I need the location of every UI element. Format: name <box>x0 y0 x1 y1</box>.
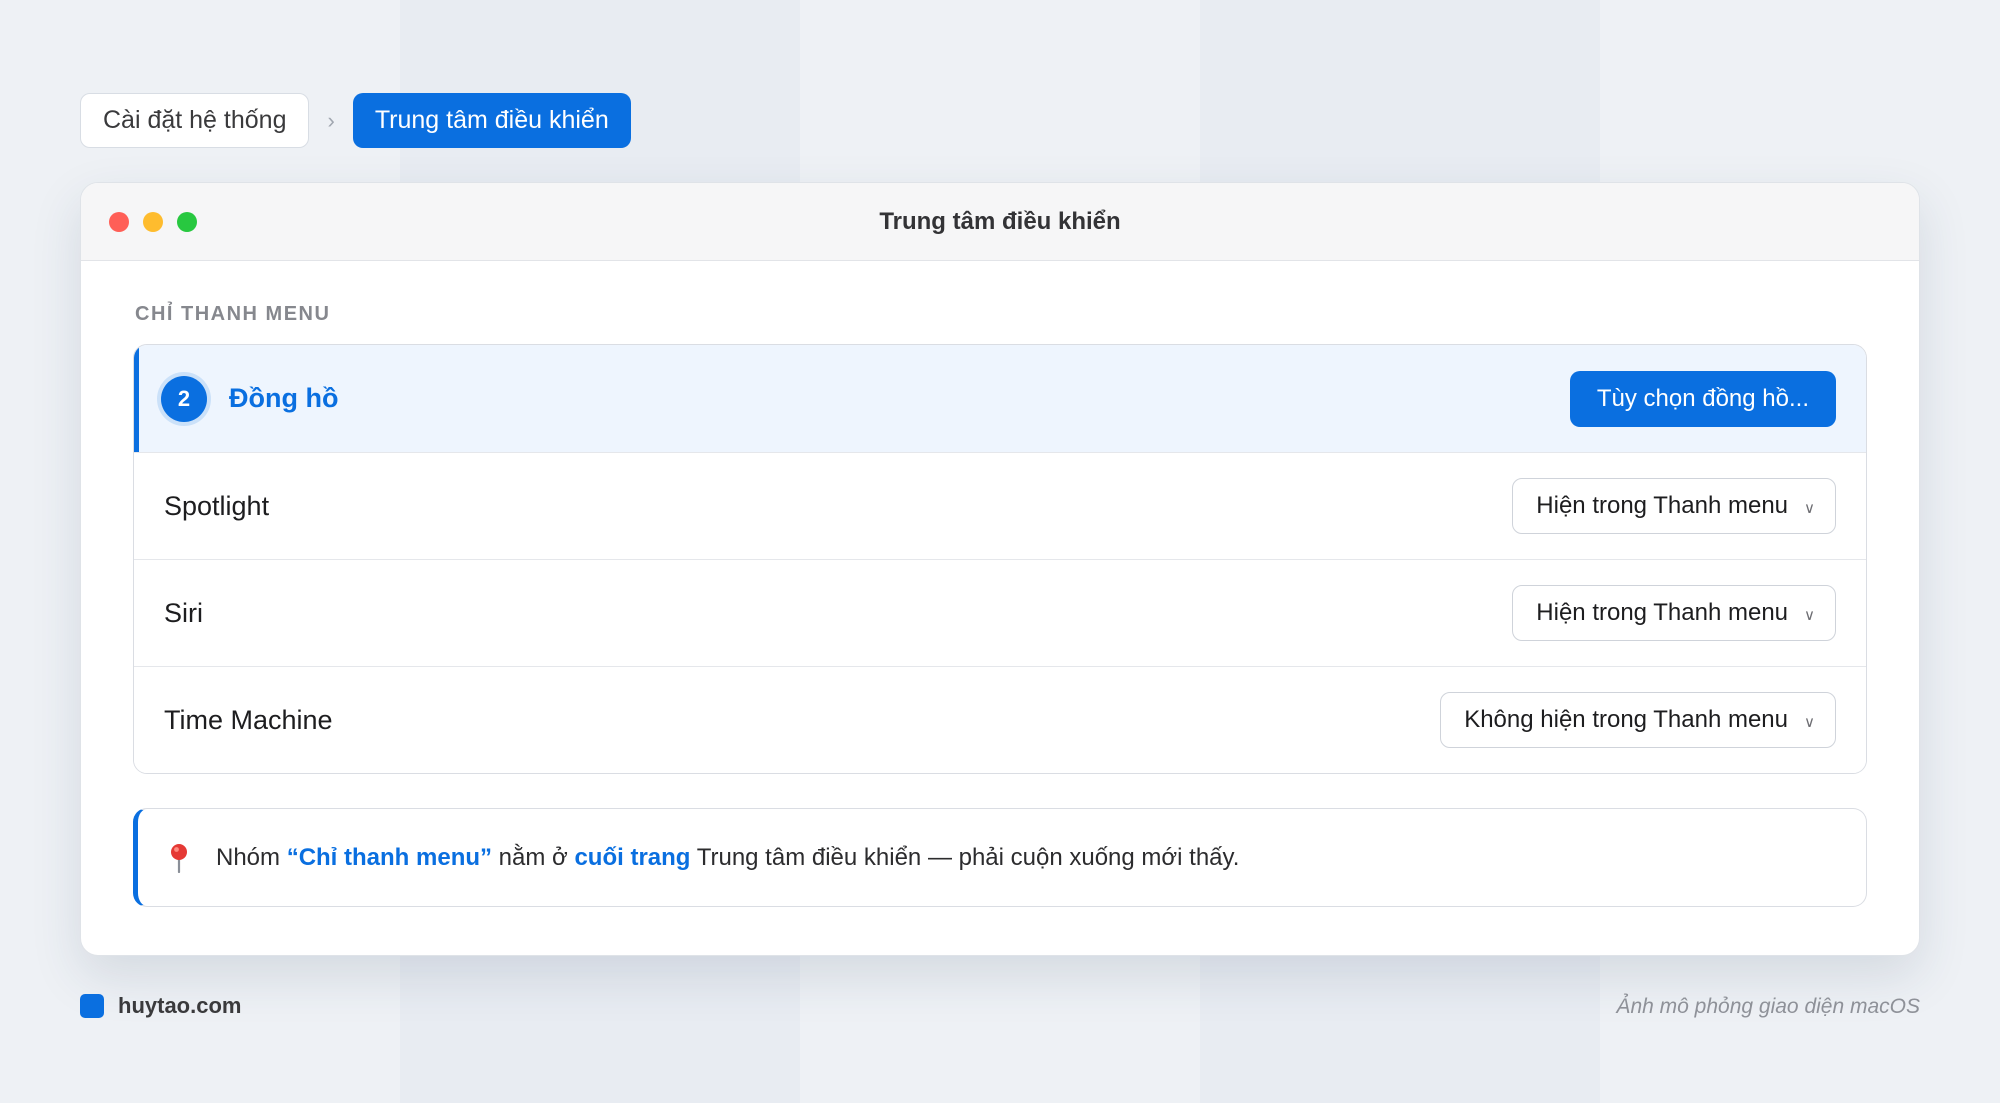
row-spotlight: Spotlight Hiện trong Thanh menu ∨ <box>134 452 1866 559</box>
footer-brand: huytao.com <box>80 993 241 1019</box>
window-title: Trung tâm điều khiển <box>879 207 1121 235</box>
note-highlight-bottom: cuối trang <box>574 843 691 871</box>
minimize-window-button[interactable] <box>143 212 163 232</box>
spotlight-select-value: Hiện trong Thanh menu <box>1536 492 1789 519</box>
menu-bar-only-group: 2 Đồng hồ Tùy chọn đồng hồ... Spotlight … <box>133 344 1867 774</box>
chevron-down-icon: ∨ <box>1804 607 1815 624</box>
pin-icon <box>168 843 190 873</box>
footer-caption: Ảnh mô phỏng giao diện macOS <box>1616 995 1920 1018</box>
note-prefix: Nhóm <box>216 843 287 871</box>
row-time-machine-label: Time Machine <box>164 704 333 735</box>
siri-select[interactable]: Hiện trong Thanh menu ∨ <box>1512 585 1836 641</box>
breadcrumb-item-system-settings[interactable]: Cài đặt hệ thống <box>80 93 310 148</box>
breadcrumb-separator-icon: › <box>327 107 335 133</box>
row-siri: Siri Hiện trong Thanh menu ∨ <box>134 559 1866 666</box>
note-suffix: Trung tâm điều khiển — phải cuộn xuống m… <box>690 843 1240 871</box>
chevron-down-icon: ∨ <box>1804 500 1815 517</box>
time-machine-select[interactable]: Không hiện trong Thanh menu ∨ <box>1440 692 1836 748</box>
brand-logo-icon <box>80 994 104 1018</box>
note-middle: nằm ở <box>492 843 575 871</box>
close-window-button[interactable] <box>109 212 129 232</box>
row-clock: 2 Đồng hồ Tùy chọn đồng hồ... <box>134 345 1866 452</box>
zoom-window-button[interactable] <box>177 212 197 232</box>
breadcrumb: Cài đặt hệ thống › Trung tâm điều khiển <box>80 93 631 148</box>
row-clock-label: Đồng hồ <box>229 383 339 413</box>
note-highlight-group: “Chỉ thanh menu” <box>286 843 493 871</box>
row-siri-label: Siri <box>164 597 203 628</box>
brand-text: huytao.com <box>118 993 242 1018</box>
window-content: CHỈ THANH MENU 2 Đồng hồ Tùy chọn đồng h… <box>81 261 1919 907</box>
settings-window: Trung tâm điều khiển CHỈ THANH MENU 2 Đồ… <box>80 182 1920 956</box>
step-badge: 2 <box>161 375 207 422</box>
window-titlebar: Trung tâm điều khiển <box>81 183 1919 261</box>
spotlight-select[interactable]: Hiện trong Thanh menu ∨ <box>1512 478 1836 534</box>
row-time-machine: Time Machine Không hiện trong Thanh menu… <box>134 666 1866 773</box>
chevron-down-icon: ∨ <box>1804 714 1815 731</box>
row-clock-left: 2 Đồng hồ <box>161 375 339 422</box>
siri-select-value: Hiện trong Thanh menu <box>1536 599 1789 626</box>
note-text: Nhóm “Chỉ thanh menu” nằm ở cuối trang T… <box>216 844 1239 872</box>
info-note: Nhóm “Chỉ thanh menu” nằm ở cuối trang T… <box>133 808 1867 907</box>
breadcrumb-item-control-center[interactable]: Trung tâm điều khiển <box>352 93 631 148</box>
clock-options-button[interactable]: Tùy chọn đồng hồ... <box>1569 370 1836 427</box>
section-label: CHỈ THANH MENU <box>135 303 331 325</box>
time-machine-select-value: Không hiện trong Thanh menu <box>1464 706 1789 733</box>
row-spotlight-label: Spotlight <box>164 490 270 521</box>
window-controls <box>109 212 197 232</box>
